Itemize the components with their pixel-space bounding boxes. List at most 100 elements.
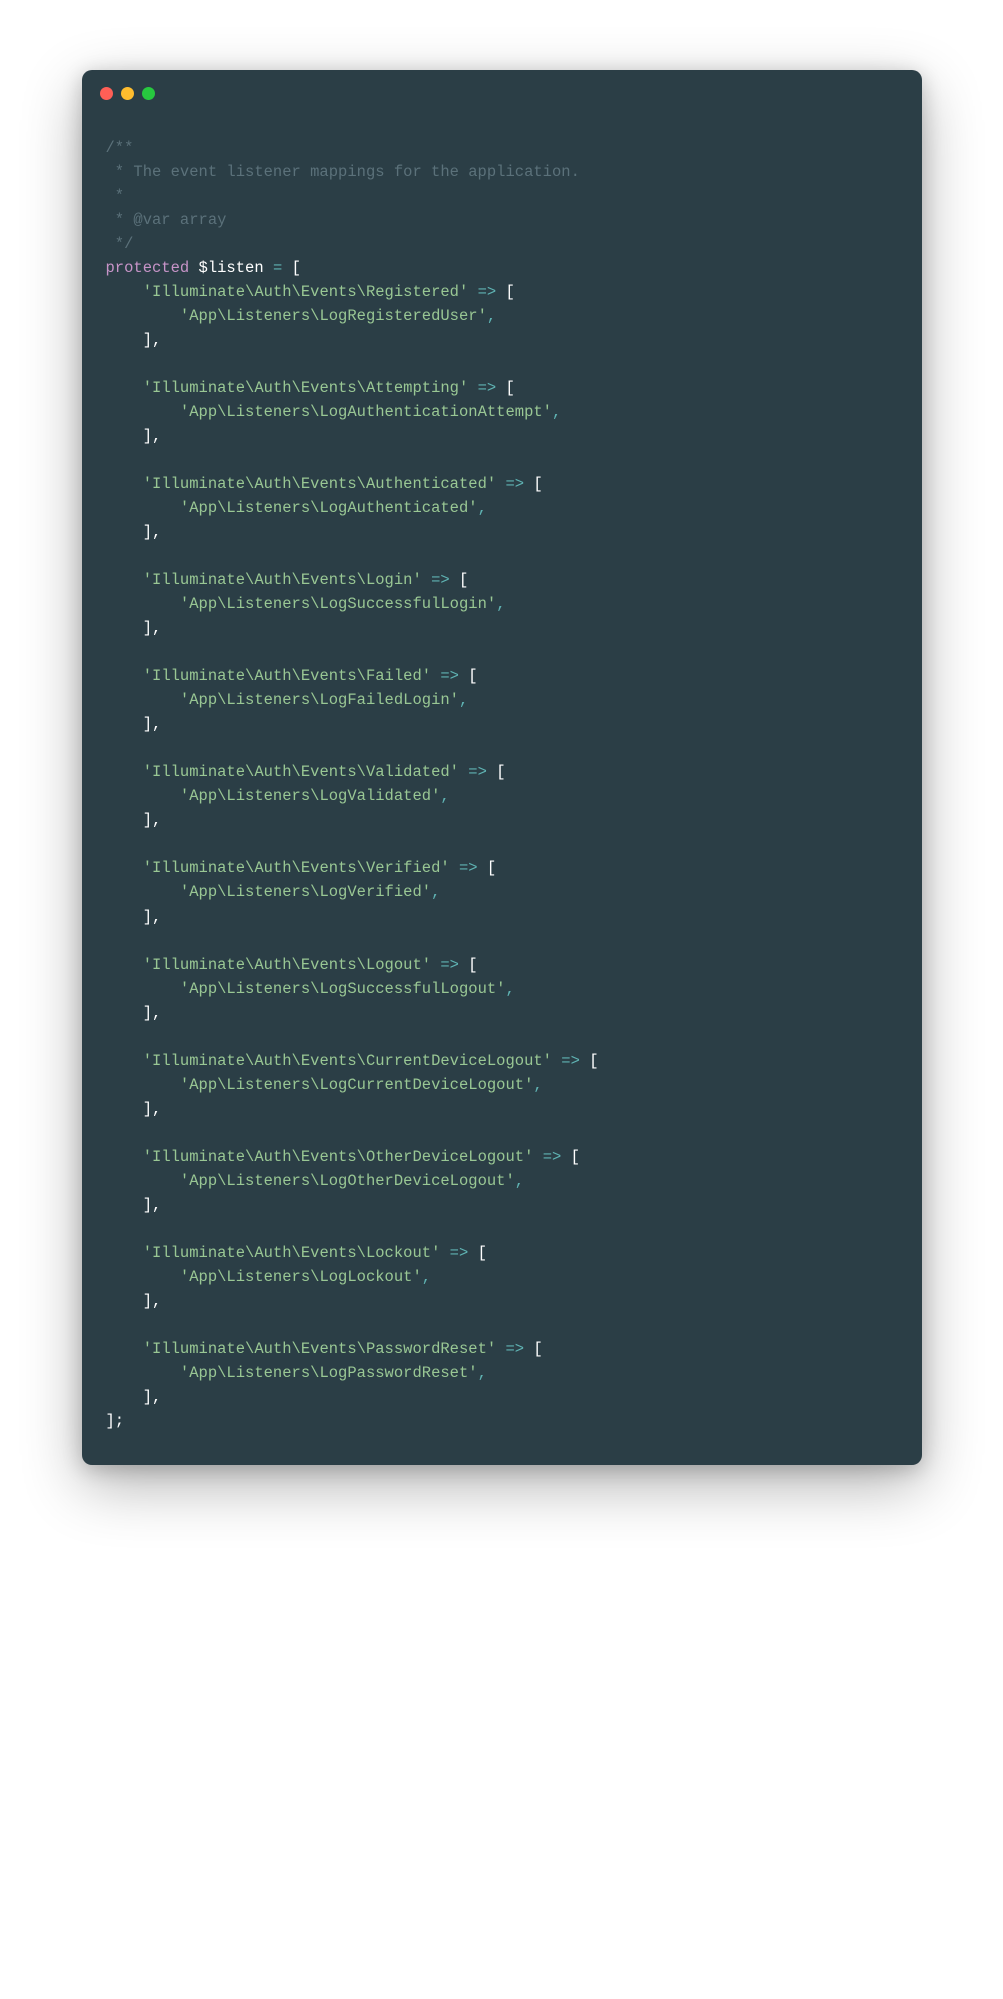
close-bracket: ], <box>143 908 162 926</box>
event-mapping-row: 'Illuminate\Auth\Events\Validated' => [ <box>106 760 898 784</box>
event-class: 'Illuminate\Auth\Events\Verified' <box>143 859 450 877</box>
event-mapping-row: 'Illuminate\Auth\Events\Authenticated' =… <box>106 472 898 496</box>
listener-class: 'App\Listeners\LogAuthenticationAttempt' <box>180 403 552 421</box>
docblock-line: */ <box>106 235 134 253</box>
close-bracket: ], <box>143 1004 162 1022</box>
listen-variable: $listen <box>199 259 264 277</box>
open-bracket: [ <box>468 667 477 685</box>
close-bracket: ], <box>143 811 162 829</box>
blank-line <box>106 1217 898 1241</box>
arrow-operator: => <box>422 571 459 589</box>
code-content: /** * The event listener mappings for th… <box>82 108 922 1465</box>
arrow-operator: => <box>496 475 533 493</box>
event-mapping-row: 'Illuminate\Auth\Events\Verified' => [ <box>106 856 898 880</box>
event-mapping-row: 'Illuminate\Auth\Events\OtherDeviceLogou… <box>106 1145 898 1169</box>
close-bracket-row: ], <box>106 1193 898 1217</box>
keyword-protected: protected <box>106 259 190 277</box>
event-mapping-row: 'Illuminate\Auth\Events\CurrentDeviceLog… <box>106 1049 898 1073</box>
close-bracket: ], <box>143 1292 162 1310</box>
close-bracket-row: ], <box>106 1289 898 1313</box>
blank-line <box>106 448 898 472</box>
close-bracket: ], <box>143 715 162 733</box>
open-bracket: [ <box>478 1244 487 1262</box>
equals-operator: = <box>264 259 292 277</box>
event-mapping-row: 'Illuminate\Auth\Events\Attempting' => [ <box>106 376 898 400</box>
open-bracket: [ <box>292 259 301 277</box>
open-bracket: [ <box>468 956 477 974</box>
arrow-operator: => <box>440 1244 477 1262</box>
comma: , <box>422 1268 431 1286</box>
comma: , <box>459 691 468 709</box>
listener-class: 'App\Listeners\LogLockout' <box>180 1268 422 1286</box>
event-mapping-row: 'Illuminate\Auth\Events\PasswordReset' =… <box>106 1337 898 1361</box>
listener-row: 'App\Listeners\LogPasswordReset', <box>106 1361 898 1385</box>
close-bracket-row: ], <box>106 712 898 736</box>
comma: , <box>478 499 487 517</box>
close-bracket-row: ], <box>106 905 898 929</box>
close-bracket: ], <box>143 427 162 445</box>
event-class: 'Illuminate\Auth\Events\Failed' <box>143 667 431 685</box>
event-mapping-row: 'Illuminate\Auth\Events\Lockout' => [ <box>106 1241 898 1265</box>
close-bracket: ], <box>143 331 162 349</box>
comma: , <box>533 1076 542 1094</box>
docblock-line: * <box>106 187 125 205</box>
open-bracket: [ <box>506 283 515 301</box>
close-bracket-row: ], <box>106 424 898 448</box>
close-bracket: ], <box>143 1100 162 1118</box>
listener-row: 'App\Listeners\LogSuccessfulLogin', <box>106 592 898 616</box>
docblock-line: * The event listener mappings for the ap… <box>106 163 580 181</box>
open-bracket: [ <box>533 1340 542 1358</box>
maximize-icon[interactable] <box>142 87 155 100</box>
event-mapping-row: 'Illuminate\Auth\Events\Login' => [ <box>106 568 898 592</box>
comma: , <box>478 1364 487 1382</box>
arrow-operator: => <box>431 956 468 974</box>
listener-class: 'App\Listeners\LogValidated' <box>180 787 440 805</box>
event-mapping-row: 'Illuminate\Auth\Events\Logout' => [ <box>106 953 898 977</box>
event-class: 'Illuminate\Auth\Events\CurrentDeviceLog… <box>143 1052 552 1070</box>
blank-line <box>106 544 898 568</box>
docblock-line: * @var array <box>106 211 227 229</box>
event-class: 'Illuminate\Auth\Events\Lockout' <box>143 1244 441 1262</box>
listener-class: 'App\Listeners\LogSuccessfulLogout' <box>180 980 506 998</box>
comma: , <box>552 403 561 421</box>
arrow-operator: => <box>468 379 505 397</box>
open-bracket: [ <box>496 763 505 781</box>
close-bracket: ], <box>143 523 162 541</box>
blank-line <box>106 736 898 760</box>
listener-class: 'App\Listeners\LogFailedLogin' <box>180 691 459 709</box>
close-icon[interactable] <box>100 87 113 100</box>
event-class: 'Illuminate\Auth\Events\Attempting' <box>143 379 469 397</box>
comma: , <box>505 980 514 998</box>
event-class: 'Illuminate\Auth\Events\Validated' <box>143 763 459 781</box>
close-bracket-row: ], <box>106 520 898 544</box>
blank-line <box>106 832 898 856</box>
close-bracket-row: ], <box>106 1001 898 1025</box>
comma: , <box>496 595 505 613</box>
listener-class: 'App\Listeners\LogPasswordReset' <box>180 1364 478 1382</box>
comma: , <box>440 787 449 805</box>
comma: , <box>431 883 440 901</box>
close-bracket-semi: ]; <box>106 1412 125 1430</box>
docblock-line: /** <box>106 139 134 157</box>
blank-line <box>106 1313 898 1337</box>
event-mapping-row: 'Illuminate\Auth\Events\Registered' => [ <box>106 280 898 304</box>
blank-line <box>106 1121 898 1145</box>
open-bracket: [ <box>487 859 496 877</box>
minimize-icon[interactable] <box>121 87 134 100</box>
blank-line <box>106 1025 898 1049</box>
comma: , <box>515 1172 524 1190</box>
listener-row: 'App\Listeners\LogVerified', <box>106 880 898 904</box>
listener-class: 'App\Listeners\LogVerified' <box>180 883 431 901</box>
listener-row: 'App\Listeners\LogValidated', <box>106 784 898 808</box>
listener-row: 'App\Listeners\LogRegisteredUser', <box>106 304 898 328</box>
close-bracket-row: ], <box>106 808 898 832</box>
close-bracket-row: ], <box>106 1385 898 1409</box>
open-bracket: [ <box>571 1148 580 1166</box>
listener-class: 'App\Listeners\LogRegisteredUser' <box>180 307 487 325</box>
close-bracket: ], <box>143 1388 162 1406</box>
listener-row: 'App\Listeners\LogOtherDeviceLogout', <box>106 1169 898 1193</box>
listener-class: 'App\Listeners\LogCurrentDeviceLogout' <box>180 1076 533 1094</box>
open-bracket: [ <box>589 1052 598 1070</box>
arrow-operator: => <box>459 763 496 781</box>
listener-row: 'App\Listeners\LogCurrentDeviceLogout', <box>106 1073 898 1097</box>
